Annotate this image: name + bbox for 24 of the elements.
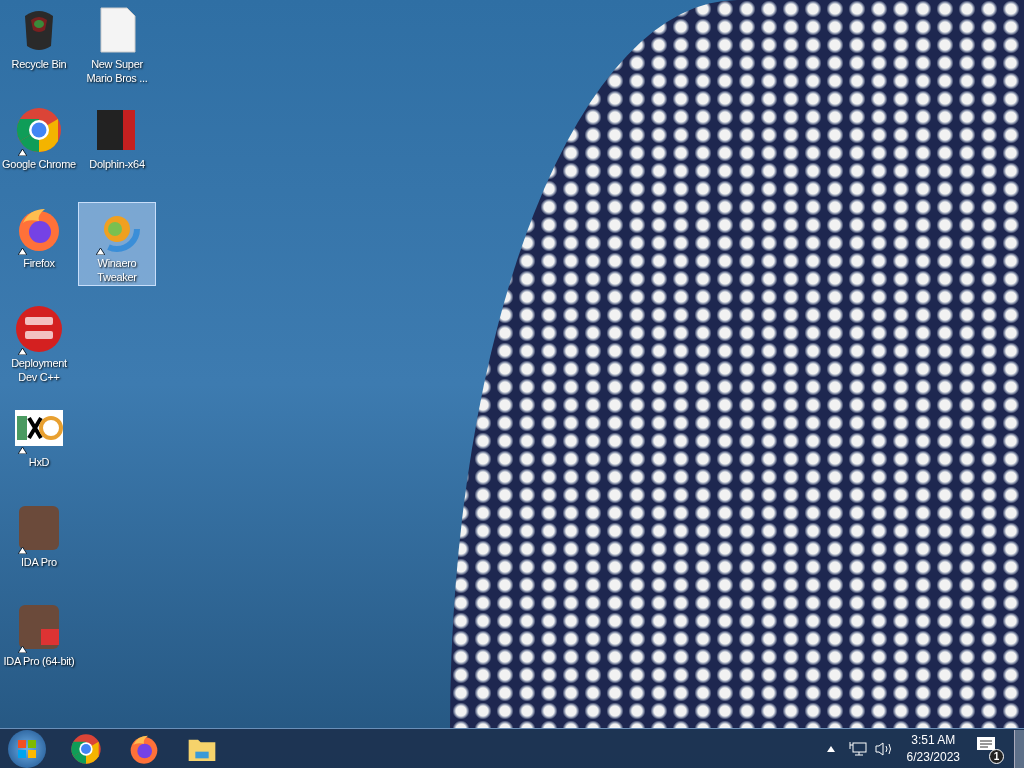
chrome-icon [70, 732, 102, 765]
clock[interactable]: 3:51 AM 6/23/2023 [906, 731, 960, 766]
icon-label: Deployment Dev C++ [10, 355, 68, 384]
speaker-icon[interactable] [874, 740, 893, 757]
notification-count: 1 [989, 748, 1004, 764]
clock-time: 3:51 AM [911, 731, 956, 749]
icon-label: Dolphin-x64 [89, 156, 145, 171]
network-icon[interactable] [848, 740, 867, 757]
clock-date: 6/23/2023 [906, 748, 960, 766]
chrome-icon [15, 105, 63, 154]
icon-label: Google Chrome [2, 156, 76, 171]
show-desktop-button[interactable] [1014, 729, 1024, 768]
caret-up-icon[interactable] [826, 745, 835, 752]
icon-label: Recycle Bin [11, 57, 67, 71]
icon-label: New Super Mario Bros ... [85, 57, 149, 85]
icon-label: HxD [28, 455, 50, 470]
dev-logo-icon [15, 304, 63, 353]
icon-label: Firefox [23, 256, 55, 271]
windows-logo-icon [17, 738, 37, 759]
icon-label: Winaero Tweaker [96, 256, 138, 285]
start-button[interactable] [8, 729, 46, 768]
notification-button[interactable]: 1 [976, 735, 1002, 762]
icon-label: IDA Pro (64-bit) [3, 654, 75, 669]
icon-label: IDA Pro [21, 554, 57, 569]
